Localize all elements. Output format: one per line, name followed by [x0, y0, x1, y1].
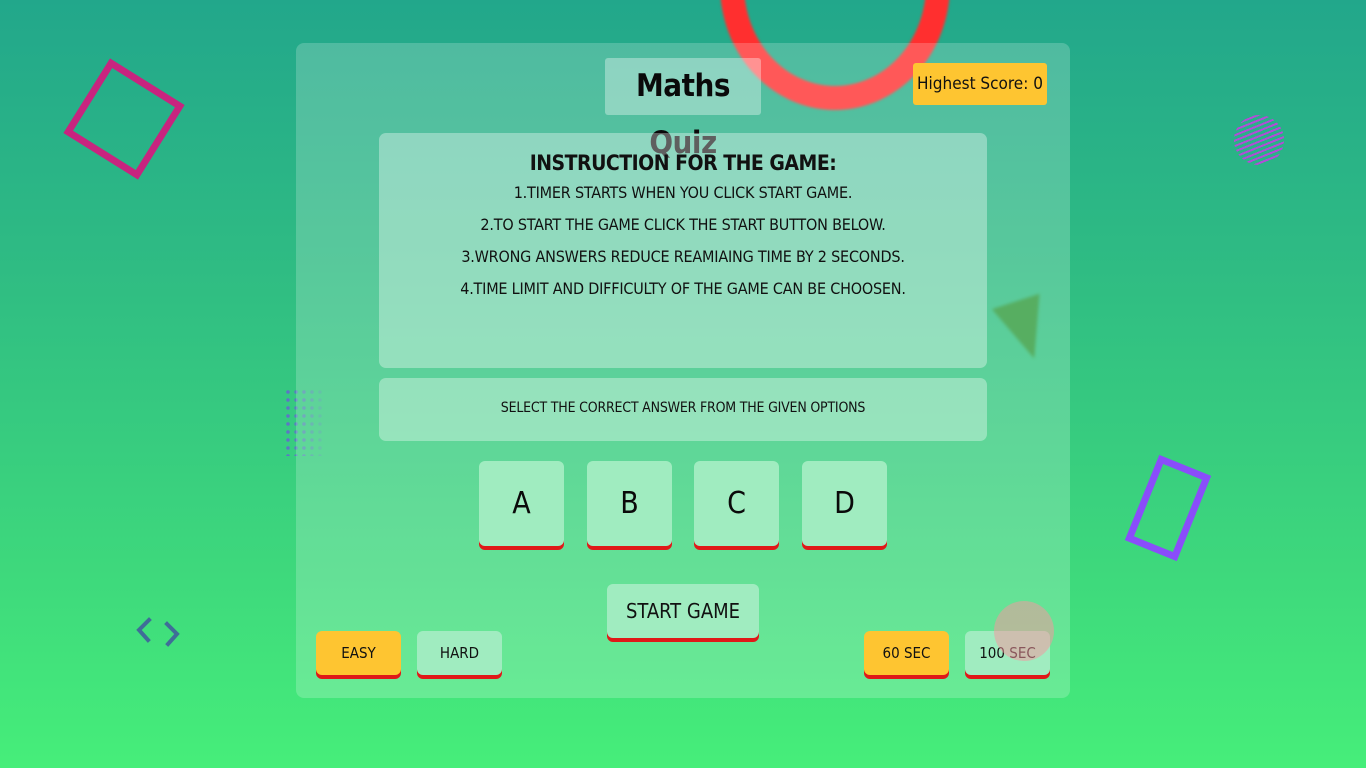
start-game-button[interactable]: START GAME	[607, 584, 759, 638]
instructions-box: INSTRUCTION FOR THE GAME: 1.TIMER STARTS…	[379, 133, 987, 368]
option-b-button[interactable]: B	[587, 461, 672, 546]
decorative-purple-rectangle	[1124, 454, 1212, 562]
instruction-line: 4.TIME LIMIT AND DIFFICULTY OF THE GAME …	[460, 279, 906, 298]
time-60-sec-button[interactable]: 60 SEC	[864, 631, 949, 675]
question-box: SELECT THE CORRECT ANSWER FROM THE GIVEN…	[379, 378, 987, 441]
decorative-pink-square	[63, 58, 185, 180]
instructions-heading: INSTRUCTION FOR THE GAME:	[529, 151, 837, 175]
option-d-button[interactable]: D	[802, 461, 887, 546]
code-brackets-icon	[136, 617, 180, 647]
instruction-line: 1.TIMER STARTS WHEN YOU CLICK START GAME…	[513, 183, 853, 202]
option-a-button[interactable]: A	[479, 461, 564, 546]
hard-button[interactable]: HARD	[417, 631, 502, 675]
instruction-line: 3.WRONG ANSWERS REDUCE REAMIAING TIME BY…	[461, 247, 905, 266]
page-title: Maths Quiz	[605, 58, 761, 161]
instruction-line: 2.TO START THE GAME CLICK THE START BUTT…	[480, 215, 886, 234]
decorative-pink-dot	[994, 601, 1054, 661]
easy-button[interactable]: EASY	[316, 631, 401, 675]
highest-score-badge: Highest Score: 0	[913, 63, 1047, 105]
decorative-striped-circle	[1234, 115, 1284, 165]
option-c-button[interactable]: C	[694, 461, 779, 546]
